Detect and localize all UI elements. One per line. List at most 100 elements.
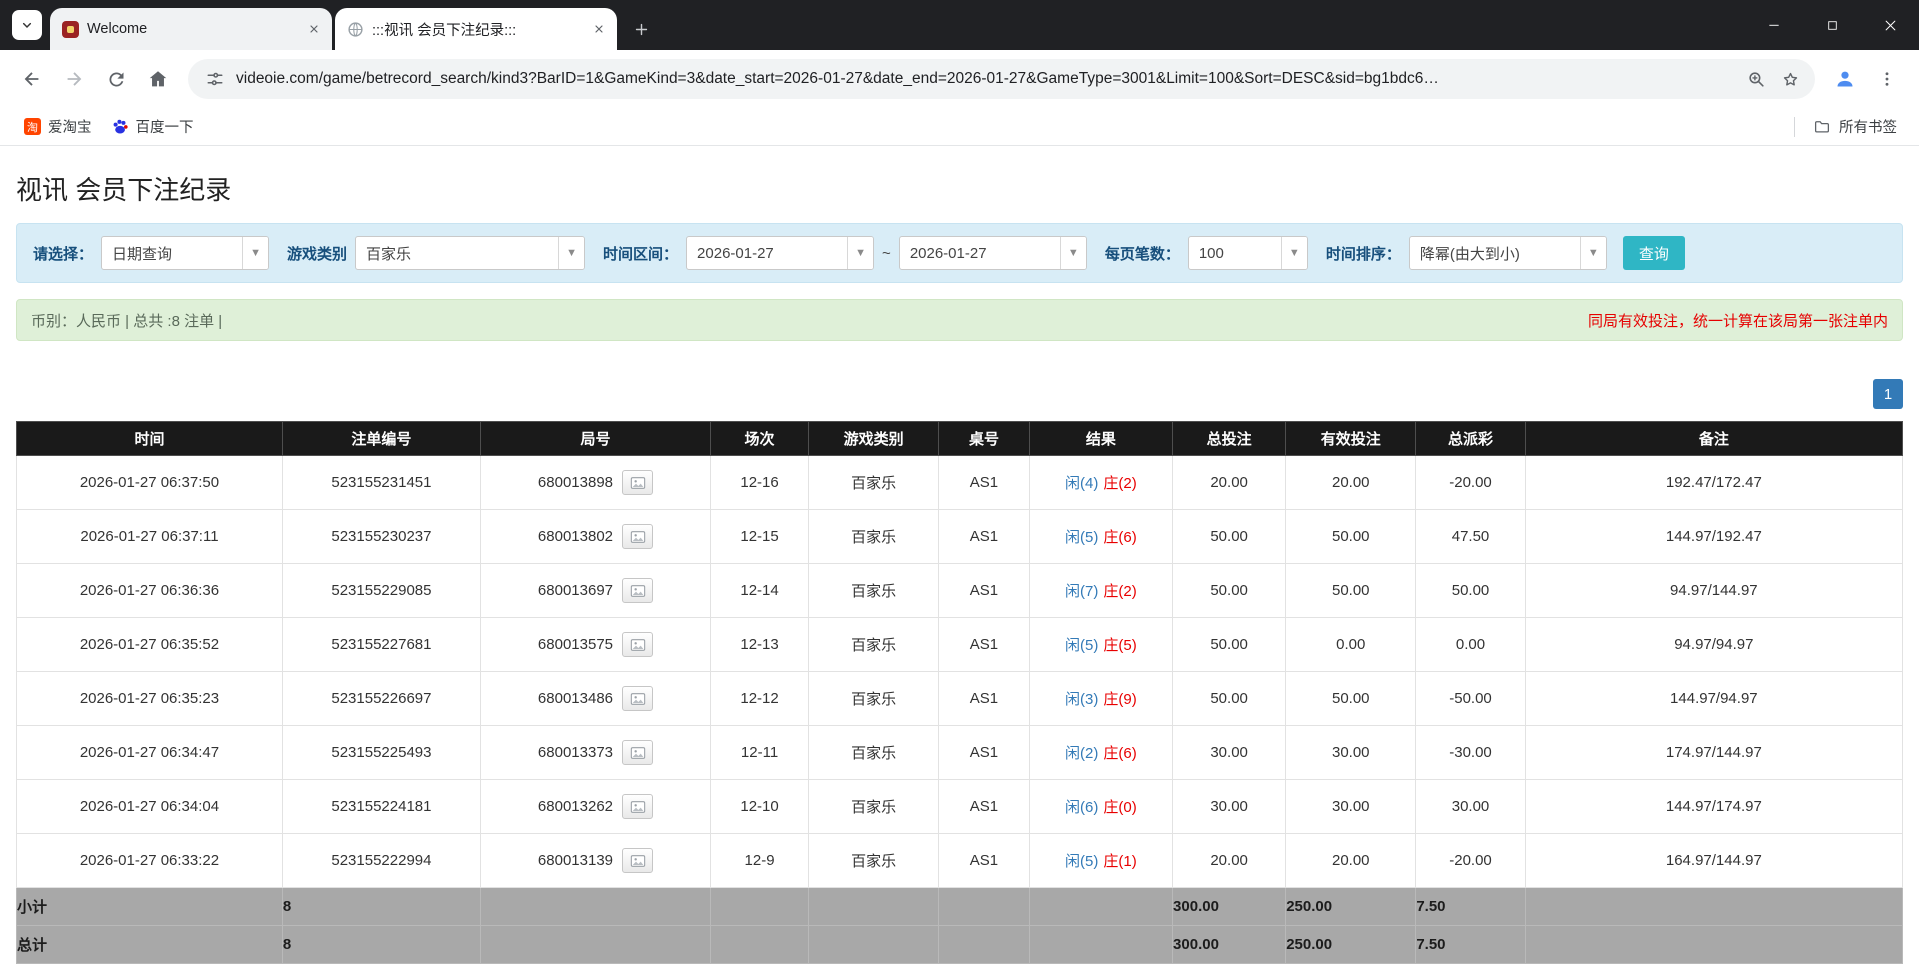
reload-button[interactable] — [96, 59, 136, 99]
cell-time: 2026-01-27 06:37:11 — [17, 510, 283, 564]
url-bar[interactable]: videoie.com/game/betrecord_search/kind3?… — [188, 59, 1815, 99]
picture-icon — [630, 800, 646, 814]
bookmark-star-button[interactable] — [1773, 62, 1807, 96]
cell-note: 144.97/192.47 — [1525, 510, 1902, 564]
taobao-icon: 淘 — [24, 118, 41, 135]
cell-bet-no: 523155225493 — [282, 726, 480, 780]
cell-round-no: 680013575 — [480, 618, 710, 672]
total-label: 总计 — [17, 926, 283, 964]
forward-button[interactable] — [54, 59, 94, 99]
new-tab-button[interactable] — [626, 14, 656, 44]
star-icon — [1781, 70, 1800, 89]
bookmark-aitaobao[interactable]: 淘 爱淘宝 — [14, 112, 102, 141]
per-page-label: 每页笔数： — [1105, 243, 1180, 264]
cell-total-bet: 20.00 — [1173, 456, 1286, 510]
home-button[interactable] — [138, 59, 178, 99]
tune-icon — [206, 70, 224, 88]
cell-total-bet: 30.00 — [1173, 726, 1286, 780]
window-controls — [1745, 0, 1919, 50]
cell-note: 94.97/144.97 — [1525, 564, 1902, 618]
home-icon — [147, 68, 169, 90]
chevron-down-icon[interactable]: ▼ — [242, 237, 268, 269]
game-result-button[interactable] — [622, 686, 653, 711]
game-result-button[interactable] — [622, 848, 653, 873]
maximize-button[interactable] — [1803, 0, 1861, 50]
game-result-button[interactable] — [622, 524, 653, 549]
header-note: 备注 — [1525, 422, 1902, 456]
minimize-button[interactable] — [1745, 0, 1803, 50]
menu-button[interactable] — [1867, 59, 1907, 99]
subtotal-valid-bet: 250.00 — [1286, 888, 1416, 926]
page-1-button[interactable]: 1 — [1873, 379, 1903, 409]
range-separator: ~ — [882, 245, 891, 262]
bookmarks-divider — [1794, 117, 1795, 137]
game-result-button[interactable] — [622, 470, 653, 495]
three-dots-icon — [1878, 70, 1896, 88]
tab-close-icon[interactable] — [589, 19, 609, 39]
page-title: 视讯 会员下注纪录 — [16, 170, 1903, 207]
cell-round-no: 680013898 — [480, 456, 710, 510]
chevron-down-icon — [19, 17, 35, 33]
all-bookmarks-button[interactable]: 所有书签 — [1805, 112, 1905, 141]
game-result-button[interactable] — [622, 794, 653, 819]
forward-arrow-icon — [63, 68, 85, 90]
cell-session: 12-16 — [711, 456, 809, 510]
result-player: 闲(4) — [1065, 475, 1098, 492]
header-game-kind: 游戏类别 — [809, 422, 939, 456]
game-result-button[interactable] — [622, 740, 653, 765]
cell-valid-bet: 50.00 — [1286, 672, 1416, 726]
chevron-down-icon[interactable]: ▼ — [1281, 237, 1307, 269]
search-button[interactable]: 查询 — [1623, 236, 1685, 270]
profile-button[interactable] — [1825, 59, 1865, 99]
site-info-button[interactable] — [202, 66, 228, 92]
game-kind-select[interactable]: 百家乐 ▼ — [355, 236, 585, 270]
cell-note: 174.97/144.97 — [1525, 726, 1902, 780]
cell-bet-no: 523155224181 — [282, 780, 480, 834]
cell-note: 192.47/172.47 — [1525, 456, 1902, 510]
sort-value: 降幂(由大到小) — [1410, 237, 1580, 269]
close-window-button[interactable] — [1861, 0, 1919, 50]
valid-bet-notice: 同局有效投注，统一计算在该局第一张注单内 — [1588, 310, 1888, 331]
magnifier-plus-icon — [1747, 70, 1766, 89]
query-type-select[interactable]: 日期查询 ▼ — [101, 236, 269, 270]
tab-search-button[interactable] — [12, 10, 42, 40]
cell-game-kind: 百家乐 — [809, 618, 939, 672]
browser-toolbar: videoie.com/game/betrecord_search/kind3?… — [0, 50, 1919, 108]
date-start-select[interactable]: 2026-01-27 ▼ — [686, 236, 874, 270]
result-banker: 庄(2) — [1103, 475, 1136, 492]
cell-total-bet: 50.00 — [1173, 672, 1286, 726]
sort-select[interactable]: 降幂(由大到小) ▼ — [1409, 236, 1607, 270]
date-end-select[interactable]: 2026-01-27 ▼ — [899, 236, 1087, 270]
chevron-down-icon[interactable]: ▼ — [847, 237, 873, 269]
cell-time: 2026-01-27 06:34:04 — [17, 780, 283, 834]
result-player: 闲(7) — [1065, 583, 1098, 600]
tab-bet-records[interactable]: :::视讯 会员下注纪录::: — [335, 8, 617, 50]
cell-note: 164.97/144.97 — [1525, 834, 1902, 888]
per-page-select[interactable]: 100 ▼ — [1188, 236, 1308, 270]
picture-icon — [630, 638, 646, 652]
header-time: 时间 — [17, 422, 283, 456]
back-button[interactable] — [12, 59, 52, 99]
chevron-down-icon[interactable]: ▼ — [1060, 237, 1086, 269]
table-header-row: 时间 注单编号 局号 场次 游戏类别 桌号 结果 总投注 有效投注 总派彩 备注 — [17, 422, 1903, 456]
bookmark-baidu[interactable]: 百度一下 — [102, 112, 204, 141]
bookmarks-bar: 淘 爱淘宝 百度一下 所有书签 — [0, 108, 1919, 146]
cell-total-bet: 50.00 — [1173, 564, 1286, 618]
tab-welcome[interactable]: Welcome — [50, 8, 332, 50]
back-arrow-icon — [21, 68, 43, 90]
grand-total-row: 总计 8 300.00 250.00 7.50 — [17, 926, 1903, 964]
game-result-button[interactable] — [622, 578, 653, 603]
cell-bet-no: 523155230237 — [282, 510, 480, 564]
tab-close-icon[interactable] — [304, 19, 324, 39]
cell-bet-no: 523155227681 — [282, 618, 480, 672]
cell-result: 闲(7)庄(2) — [1029, 564, 1172, 618]
cell-round-no: 680013486 — [480, 672, 710, 726]
cell-time: 2026-01-27 06:33:22 — [17, 834, 283, 888]
game-result-button[interactable] — [622, 632, 653, 657]
zoom-button[interactable] — [1739, 62, 1773, 96]
cell-note: 144.97/174.97 — [1525, 780, 1902, 834]
table-row: 2026-01-27 06:37:50 523155231451 6800138… — [17, 456, 1903, 510]
chevron-down-icon[interactable]: ▼ — [1580, 237, 1606, 269]
chevron-down-icon[interactable]: ▼ — [558, 237, 584, 269]
cell-valid-bet: 30.00 — [1286, 780, 1416, 834]
